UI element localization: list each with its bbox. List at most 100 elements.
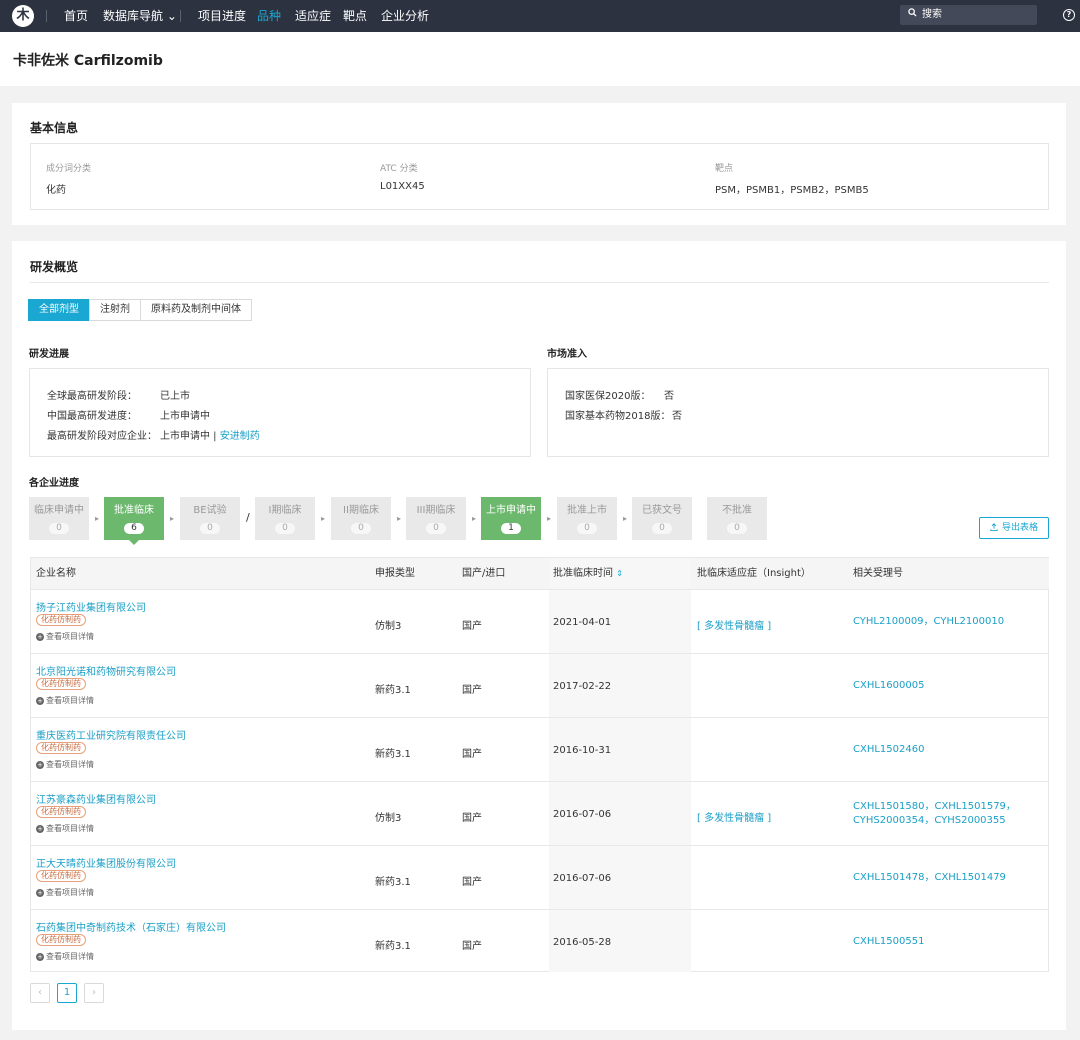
basic-info-title: 基本信息 [30, 121, 79, 135]
company-link[interactable]: 石药集团中奇制药技术（石家庄）有限公司 [36, 919, 226, 934]
acceptance-line[interactable]: CYHS2000354，CYHS2000355 [853, 814, 1043, 828]
stage-approved-market[interactable]: 批准上市 0 [557, 497, 617, 540]
acceptance-line[interactable]: CXHL1501478，CXHL1501479 [853, 871, 1043, 885]
field-label: 成分词分类 [46, 164, 92, 174]
col-indication: 批临床适应症（Insight） [697, 568, 811, 579]
stage-clinical-application[interactable]: 临床申请中 0 [29, 497, 89, 540]
stage-name: 批准上市 [567, 505, 607, 516]
stage-count: 0 [275, 523, 295, 534]
progress-box: 全球最高研发阶段： 已上市 中国最高研发进度： 上市申请中 最高研发阶段对应企业：上… [29, 368, 531, 457]
logo-icon[interactable]: 木 [12, 5, 34, 27]
stage-name: 上市申请中 [486, 505, 536, 516]
indication-link[interactable]: [ 多发性骨髓瘤 ] [697, 617, 771, 632]
rd-overview-title: 研发概览 [30, 260, 79, 274]
stage-phase-2[interactable]: II期临床 0 [331, 497, 391, 540]
acceptance-links[interactable]: CXHL1502460 [853, 743, 1043, 757]
stage-name: 临床申请中 [34, 505, 84, 516]
tab-injection[interactable]: 注射剂 [89, 299, 141, 321]
nav-database[interactable]: 数据库导航 ⌄ [103, 0, 177, 32]
company-link[interactable]: 安进制药 [220, 431, 260, 442]
drug-tag: 化药仿制药 [36, 678, 86, 690]
date-cell: 2017-02-22 [553, 681, 612, 692]
help-icon[interactable]: ? [1063, 9, 1075, 21]
acceptance-links[interactable]: CYHL2100009，CYHL2100010 [853, 615, 1043, 629]
stage-phase-3[interactable]: III期临床 0 [406, 497, 466, 540]
market-key: 国家基本药物2018版： [565, 411, 671, 422]
stage-be-trial[interactable]: BE试验 0 [180, 497, 240, 540]
nav-target[interactable]: 靶点 [343, 0, 367, 32]
origin-cell: 国产 [462, 877, 482, 888]
col-approval-date[interactable]: 批准临床时间 ⇕ [553, 558, 623, 589]
search-input[interactable]: 搜索 [900, 5, 1037, 25]
page-1-button[interactable]: 1 [57, 983, 77, 1003]
arrow-right-icon: ▸ [95, 514, 100, 523]
progress-value: 上市申请中 [160, 411, 210, 422]
title-bar: 卡非佐米 Carfilzomib [0, 32, 1080, 86]
stage-count: 0 [351, 523, 371, 534]
nav-drug-variety[interactable]: 品种 [257, 0, 281, 32]
table-row: 正大天晴药业集团股份有限公司 化药仿制药 + 查看项目详情 新药3.1 国产 20… [31, 845, 1049, 909]
arrow-right-icon: ▸ [397, 514, 402, 523]
stage-phase-1[interactable]: I期临床 0 [255, 497, 315, 540]
nav-indication[interactable]: 适应症 [295, 0, 331, 32]
drug-tag: 化药仿制药 [36, 742, 86, 754]
field-value: 化药 [46, 185, 66, 196]
company-link[interactable]: 北京阳光诺和药物研究有限公司 [36, 663, 176, 678]
view-details-link[interactable]: + 查看项目详情 [36, 695, 94, 706]
company-link[interactable]: 正大天晴药业集团股份有限公司 [36, 855, 176, 870]
acceptance-line[interactable]: CXHL1600005 [853, 679, 1043, 693]
acceptance-line[interactable]: CXHL1502460 [853, 743, 1043, 757]
tab-all-dosage[interactable]: 全部剂型 [28, 299, 90, 321]
stage-name: BE试验 [193, 505, 227, 516]
progress-row: 最高研发阶段对应企业： 上市申请中 | 安进制药 [47, 427, 260, 442]
view-details-link[interactable]: + 查看项目详情 [36, 887, 94, 898]
view-details-label: 查看项目详情 [46, 824, 94, 833]
arrow-right-icon: ▸ [170, 514, 175, 523]
acceptance-links[interactable]: CXHL1500551 [853, 935, 1043, 949]
nav-project-progress[interactable]: 项目进度 [198, 0, 246, 32]
field-value: PSM，PSMB1，PSMB2，PSMB5 [715, 185, 869, 196]
origin-cell: 国产 [462, 685, 482, 696]
indication-link[interactable]: [ 多发性骨髓瘤 ] [697, 809, 771, 824]
company-link[interactable]: 重庆医药工业研究院有限责任公司 [36, 727, 186, 742]
nav-divider [46, 10, 47, 22]
stage-approval-number[interactable]: 已获文号 0 [632, 497, 692, 540]
tab-api-intermediate[interactable]: 原料药及制剂中间体 [140, 299, 252, 321]
table-row: 北京阳光诺和药物研究有限公司 化药仿制药 + 查看项目详情 新药3.1 国产 20… [31, 653, 1049, 717]
nav-company-analysis[interactable]: 企业分析 [381, 0, 429, 32]
market-title: 市场准入 [547, 349, 587, 360]
table-row: 石药集团中奇制药技术（石家庄）有限公司 化药仿制药 + 查看项目详情 新药3.1 … [31, 909, 1049, 973]
view-details-link[interactable]: + 查看项目详情 [36, 951, 94, 962]
stage-count: 0 [577, 523, 597, 534]
nav-home[interactable]: 首页 [64, 0, 88, 32]
acceptance-links[interactable]: CXHL1600005 [853, 679, 1043, 693]
company-link[interactable]: 扬子江药业集团有限公司 [36, 599, 146, 614]
prev-page-button[interactable]: ‹ [30, 983, 50, 1003]
market-row: 国家基本药物2018版：否 [565, 407, 682, 422]
export-table-button[interactable]: 导出表格 [979, 517, 1049, 539]
plus-circle-icon: + [36, 697, 44, 705]
type-cell: 新药3.1 [375, 685, 411, 696]
field-label: ATC 分类 [380, 164, 418, 174]
stage-market-application[interactable]: 上市申请中 1 [481, 497, 541, 540]
plus-circle-icon: + [36, 761, 44, 769]
acceptance-links[interactable]: CXHL1501580，CXHL1501579， CYHS2000354，CYHS… [853, 800, 1043, 828]
view-details-link[interactable]: + 查看项目详情 [36, 759, 94, 770]
col-company: 企业名称 [36, 568, 76, 579]
date-cell: 2016-10-31 [553, 745, 612, 756]
page-title: 卡非佐米 Carfilzomib [13, 53, 163, 69]
view-details-link[interactable]: + 查看项目详情 [36, 631, 94, 642]
company-link[interactable]: 江苏豪森药业集团有限公司 [36, 791, 156, 806]
stage-slash: / [246, 511, 250, 524]
stage-approved-clinical[interactable]: 批准临床 6 [104, 497, 164, 545]
acceptance-line[interactable]: CXHL1501580，CXHL1501579， [853, 800, 1043, 814]
sort-icon[interactable]: ⇕ [616, 569, 623, 578]
next-page-button[interactable]: › [84, 983, 104, 1003]
arrow-right-icon: ▸ [472, 514, 477, 523]
stage-rejected[interactable]: 不批准 0 [707, 497, 767, 540]
acceptance-line[interactable]: CYHL2100009，CYHL2100010 [853, 615, 1043, 629]
acceptance-links[interactable]: CXHL1501478，CXHL1501479 [853, 871, 1043, 885]
acceptance-line[interactable]: CXHL1500551 [853, 935, 1043, 949]
view-details-label: 查看项目详情 [46, 760, 94, 769]
view-details-link[interactable]: + 查看项目详情 [36, 823, 94, 834]
